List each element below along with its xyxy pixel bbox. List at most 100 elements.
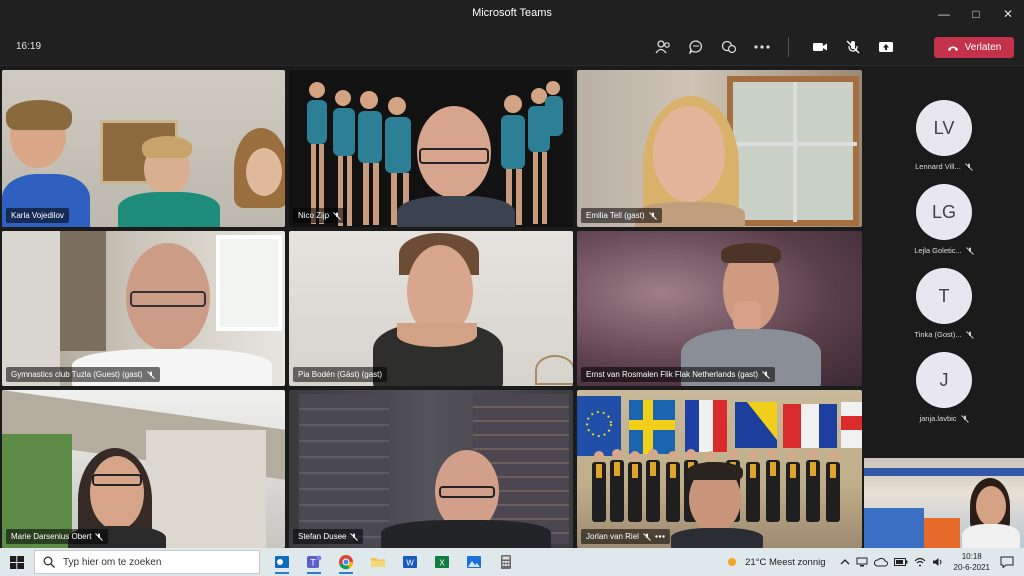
bookshelf	[299, 394, 389, 544]
roster-name: janja.lavbic	[919, 414, 957, 423]
taskbar-clock[interactable]: 10:18 20-6-2021	[954, 551, 990, 573]
self-view-video[interactable]	[864, 458, 1024, 548]
roster-participant[interactable]: LV Lennard Vill...	[864, 100, 1024, 186]
volume-icon[interactable]	[932, 557, 944, 567]
maximize-button[interactable]: □	[960, 0, 992, 28]
meeting-toolbar: 16:19 Verlaten	[0, 28, 1024, 66]
shelf	[60, 231, 106, 351]
svg-text:W: W	[406, 559, 414, 568]
meeting-time: 16:19	[16, 41, 42, 52]
glasses	[439, 486, 495, 498]
taskbar-outlook-icon[interactable]	[266, 550, 298, 574]
cloud-icon[interactable]	[873, 557, 888, 567]
roster-participant[interactable]: J janja.lavbic	[864, 352, 1024, 438]
taskbar-teams-icon[interactable]: T	[298, 550, 330, 574]
weather-sun-icon	[728, 558, 737, 566]
mic-muted-icon	[333, 211, 341, 220]
participant-name-tag: Nico Zijp	[293, 208, 347, 223]
clock-time: 10:18	[961, 552, 982, 561]
video-tile[interactable]: Stefan Dusee	[289, 390, 573, 548]
battery-icon[interactable]	[893, 558, 908, 566]
weather-text[interactable]: 21°C Meest zonnig	[745, 557, 825, 568]
cabinet	[2, 231, 60, 386]
mic-muted-icon	[965, 246, 974, 255]
video-tile[interactable]: Ernst van Rosmalen Flik Flak Netherlands…	[577, 231, 862, 386]
taskbar-calculator-icon[interactable]	[490, 550, 522, 574]
video-tile[interactable]: Marie Darsenius Obert	[2, 390, 285, 548]
windows-start-icon[interactable]	[10, 556, 24, 569]
leave-button[interactable]: Verlaten	[934, 37, 1014, 58]
video-grid: Karla Vojedilov Nico Zijp Emilia Tell (g…	[0, 66, 864, 548]
phone-hangup-icon	[947, 46, 958, 51]
video-tile[interactable]: Emilia Tell (gast)	[577, 70, 862, 227]
avatar: LG	[916, 184, 972, 240]
video-tile[interactable]: Karla Vojedilov	[2, 70, 285, 227]
participant-name-tag: Emilia Tell (gast)	[581, 208, 662, 223]
minimize-button[interactable]: —	[928, 0, 960, 28]
roster-name: Lennard Vill...	[915, 162, 961, 171]
mic-muted-icon	[648, 211, 657, 220]
window	[727, 76, 859, 226]
chevron-up-icon[interactable]	[840, 557, 850, 567]
notifications-icon[interactable]	[1000, 556, 1014, 568]
windows-taskbar: Typ hier om te zoeken T W X 21°C Meest z…	[0, 548, 1024, 576]
more-options-icon[interactable]	[655, 535, 665, 538]
close-button[interactable]: ✕	[992, 0, 1024, 28]
taskbar-chrome-icon[interactable]	[330, 550, 362, 574]
participant-name-tag: Marie Darsenius Obert	[6, 529, 109, 544]
search-placeholder: Typ hier om te zoeken	[63, 556, 162, 568]
clock-date: 20-6-2021	[953, 563, 990, 572]
taskbar-search-box[interactable]: Typ hier om te zoeken	[34, 550, 260, 574]
mic-muted-icon	[965, 162, 973, 171]
window-title: Microsoft Teams	[472, 7, 552, 19]
reactions-icon[interactable]	[717, 36, 741, 58]
svg-text:X: X	[439, 559, 445, 568]
chat-icon[interactable]	[684, 36, 708, 58]
video-tile[interactable]: Jorlan van Riel	[577, 390, 862, 548]
mic-muted-icon	[960, 414, 969, 423]
window	[216, 235, 282, 331]
taskbar-file-explorer-icon[interactable]	[362, 550, 394, 574]
title-bar: Microsoft Teams — □ ✕	[0, 0, 1024, 28]
participants-icon[interactable]	[651, 36, 675, 58]
taskbar-photos-icon[interactable]	[458, 550, 490, 574]
participant-name-tag: Gymnastics club Tuzla (Guest) (gast)	[6, 367, 160, 382]
roster-participant[interactable]: LG Lejla Goletic...	[864, 184, 1024, 270]
glasses	[92, 474, 142, 486]
camera-icon[interactable]	[808, 36, 832, 58]
mic-muted-icon	[965, 330, 974, 339]
gym-mat	[924, 518, 960, 548]
toolbar-divider	[788, 37, 789, 57]
participant-name-tag: Pia Bodén (Gäst) (gast)	[293, 367, 388, 382]
participant-name-tag: Ernst van Rosmalen Flik Flak Netherlands…	[581, 367, 776, 382]
video-tile[interactable]: Pia Bodén (Gäst) (gast)	[289, 231, 573, 386]
avatar: LV	[916, 100, 972, 156]
microphone-muted-icon[interactable]	[841, 36, 865, 58]
share-screen-icon[interactable]	[874, 36, 898, 58]
more-options-icon[interactable]	[750, 36, 774, 58]
search-icon	[43, 556, 55, 568]
glasses	[130, 291, 206, 307]
avatar: T	[916, 268, 972, 324]
video-tile[interactable]: Gymnastics club Tuzla (Guest) (gast)	[2, 231, 285, 386]
participant-roster: LV Lennard Vill... LG Lejla Goletic... T…	[864, 66, 1024, 458]
network-icon[interactable]	[856, 557, 868, 567]
roster-name: Tinka (Gost)...	[914, 330, 962, 339]
house-wall	[146, 430, 266, 548]
participant-name-tag: Stefan Dusee	[293, 529, 364, 544]
video-tile[interactable]: Nico Zijp	[289, 70, 573, 227]
wifi-icon[interactable]	[914, 557, 926, 567]
system-tray: 21°C Meest zonnig 10:18 20-6-2021	[725, 548, 1024, 576]
roster-name: Lejla Goletic...	[914, 246, 962, 255]
participant-name-tag: Jorlan van Riel	[581, 529, 670, 544]
glasses	[419, 148, 489, 164]
participant-name-tag: Karla Vojedilov	[6, 208, 69, 223]
gym-banner	[864, 468, 1024, 476]
avatar: J	[916, 352, 972, 408]
roster-participant[interactable]: T Tinka (Gost)...	[864, 268, 1024, 354]
svg-text:T: T	[310, 558, 316, 568]
taskbar-excel-icon[interactable]: X	[426, 550, 458, 574]
gym-mat	[864, 508, 924, 548]
taskbar-word-icon[interactable]: W	[394, 550, 426, 574]
mic-muted-icon	[95, 532, 104, 541]
